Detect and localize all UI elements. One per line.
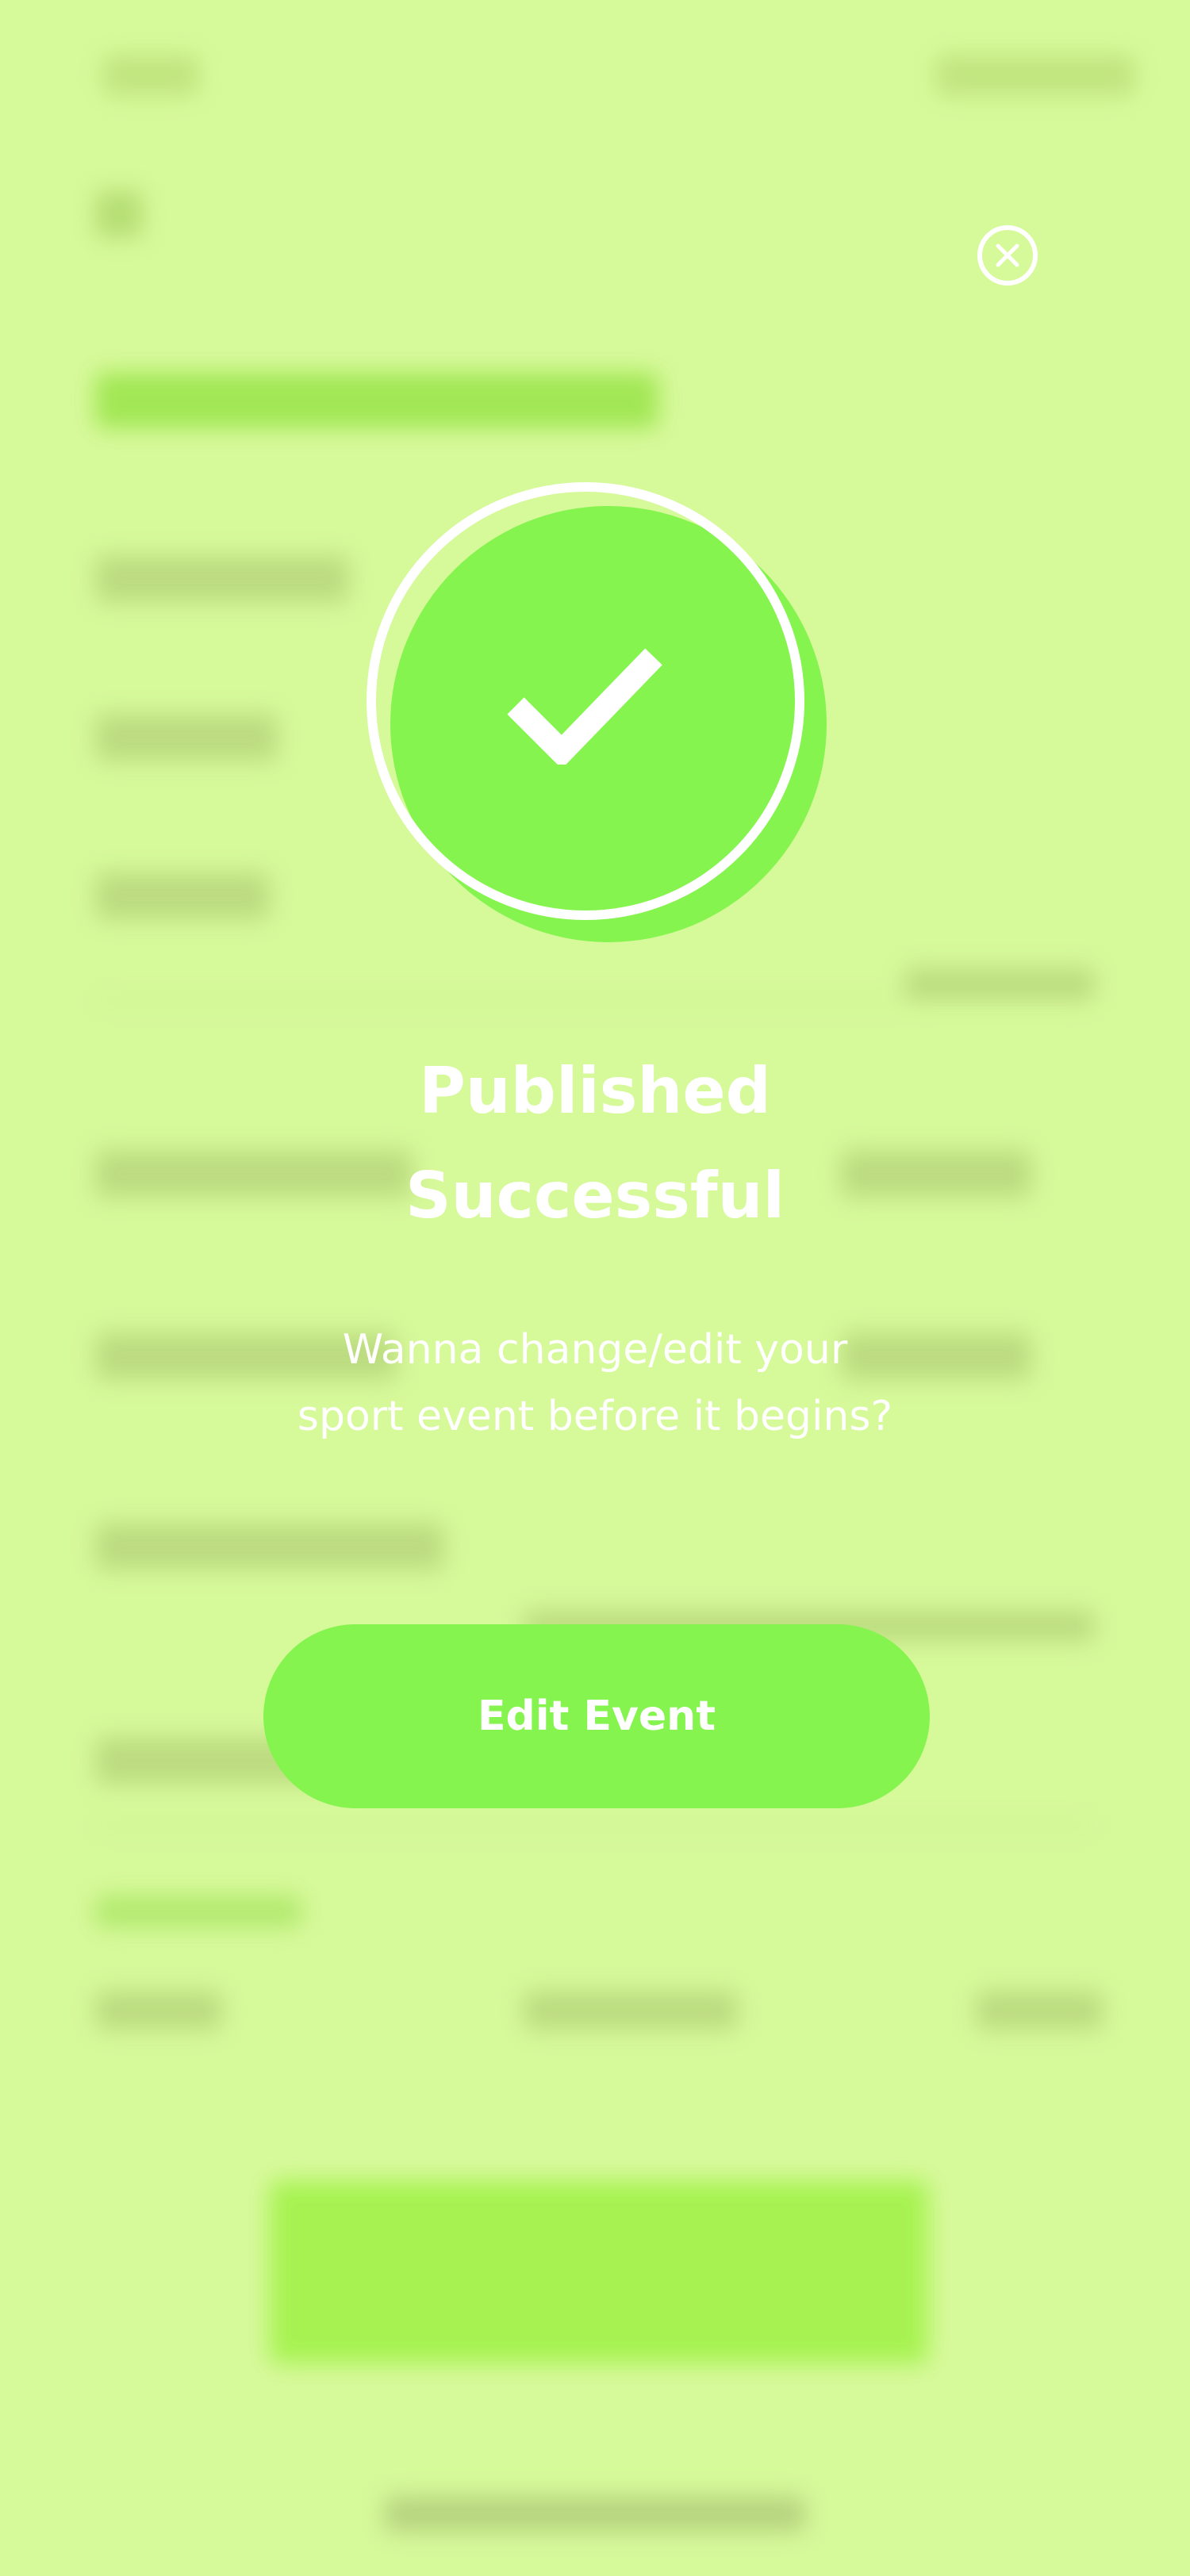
modal-subtitle: Wanna change/edit your sport event befor… <box>238 1317 952 1450</box>
edit-event-button[interactable]: Edit Event <box>263 1624 930 1808</box>
close-icon <box>996 243 1019 267</box>
modal-title: Published Successful <box>198 1039 992 1248</box>
modal-title-line1: Published <box>419 1054 771 1128</box>
success-badge <box>367 482 827 945</box>
close-button[interactable] <box>977 225 1038 286</box>
modal-subtitle-line2: sport event before it begins? <box>297 1393 893 1440</box>
check-icon <box>507 648 662 765</box>
modal-subtitle-line1: Wanna change/edit your <box>342 1326 848 1374</box>
modal-title-line2: Successful <box>405 1159 785 1232</box>
success-modal: Published Successful Wanna change/edit y… <box>0 0 1190 2576</box>
